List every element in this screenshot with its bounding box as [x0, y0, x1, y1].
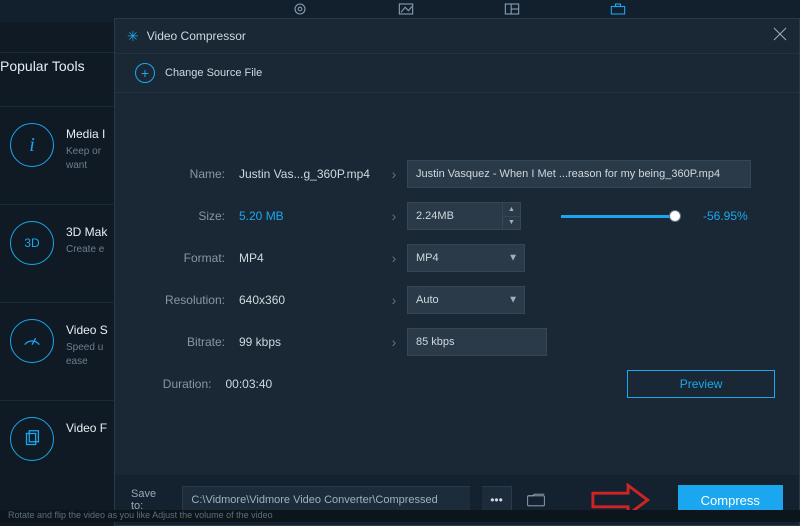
sidebar-item-desc: Create e	[66, 243, 107, 257]
sidebar-item-video-flip[interactable]: Video F	[0, 400, 114, 498]
row-name: Name: Justin Vas...g_360P.mp4 › Justin V…	[139, 153, 775, 195]
row-bitrate: Bitrate: 99 kbps › 85 kbps	[139, 321, 775, 363]
stepper-icon[interactable]: ▲▼	[502, 203, 520, 229]
resolution-select[interactable]: Auto▼	[407, 286, 525, 314]
compression-form: Name: Justin Vas...g_360P.mp4 › Justin V…	[115, 93, 799, 405]
gauge-icon	[10, 319, 54, 363]
preview-button[interactable]: Preview	[627, 370, 775, 398]
chevron-down-icon: ▼	[508, 295, 518, 306]
sidebar-heading: Popular Tools	[0, 58, 85, 74]
threed-icon: 3D	[10, 221, 54, 265]
close-button[interactable]	[773, 27, 787, 46]
sidebar-item-video-speed[interactable]: Video S Speed uease	[0, 302, 114, 400]
chevron-down-icon: ▼	[508, 253, 518, 264]
bitrate-label: Bitrate:	[139, 335, 239, 349]
name-original-value: Justin Vas...g_360P.mp4	[239, 167, 381, 181]
plus-icon: +	[135, 63, 155, 83]
sidebar-item-media-info[interactable]: i Media I Keep orwant	[0, 106, 114, 204]
row-duration: Duration: 00:03:40 Preview	[139, 363, 775, 405]
background-cutoff-text: Rotate and flip the video as you like Ad…	[0, 510, 800, 522]
sidebar-item-title: Video S	[66, 323, 108, 337]
size-percent: -56.95%	[703, 209, 748, 223]
save-to-label: Save to:	[131, 488, 170, 512]
sidebar-item-desc: Keep orwant	[66, 145, 105, 172]
chevron-right-icon: ›	[381, 250, 407, 266]
size-original-value: 5.20 MB	[239, 209, 381, 223]
bitrate-output-field[interactable]: 85 kbps	[407, 328, 547, 356]
sidebar-item-3d-maker[interactable]: 3D 3D Mak Create e	[0, 204, 114, 302]
dialog-titlebar: ✳ Video Compressor	[115, 19, 799, 53]
chevron-right-icon: ›	[381, 208, 407, 224]
resolution-label: Resolution:	[139, 293, 239, 307]
row-format: Format: MP4 › MP4▼	[139, 237, 775, 279]
name-label: Name:	[139, 167, 239, 181]
sidebar: i Media I Keep orwant 3D 3D Mak Create e V…	[0, 106, 114, 498]
slider-thumb[interactable]	[669, 210, 681, 222]
video-compressor-dialog: ✳ Video Compressor + Change Source File …	[114, 18, 800, 526]
chevron-right-icon: ›	[381, 166, 407, 182]
size-output-stepper[interactable]: 2.24MB ▲▼	[407, 202, 521, 230]
info-icon: i	[10, 123, 54, 167]
format-label: Format:	[139, 251, 239, 265]
sidebar-item-title: 3D Mak	[66, 225, 107, 239]
format-select[interactable]: MP4▼	[407, 244, 525, 272]
chevron-right-icon: ›	[381, 292, 407, 308]
bitrate-original-value: 99 kbps	[239, 335, 381, 349]
resolution-original-value: 640x360	[239, 293, 381, 307]
sidebar-item-desc: Speed uease	[66, 341, 108, 368]
chevron-right-icon: ›	[381, 334, 407, 350]
change-source-label: Change Source File	[165, 67, 262, 79]
duration-value: 00:03:40	[225, 377, 345, 391]
name-output-field[interactable]: Justin Vasquez - When I Met ...reason fo…	[407, 160, 751, 188]
change-source-button[interactable]: + Change Source File	[115, 53, 799, 93]
row-resolution: Resolution: 640x360 › Auto▼	[139, 279, 775, 321]
dialog-title: Video Compressor	[147, 29, 246, 43]
row-size: Size: 5.20 MB › 2.24MB ▲▼ -56.95%	[139, 195, 775, 237]
sidebar-item-title: Video F	[66, 421, 107, 435]
size-slider[interactable]	[561, 215, 675, 218]
sidebar-item-title: Media I	[66, 127, 105, 141]
open-folder-button[interactable]	[524, 489, 549, 511]
format-original-value: MP4	[239, 251, 381, 265]
compressor-logo-icon: ✳	[127, 28, 139, 45]
size-label: Size:	[139, 209, 239, 223]
copy-icon	[10, 417, 54, 461]
duration-label: Duration:	[139, 377, 225, 391]
